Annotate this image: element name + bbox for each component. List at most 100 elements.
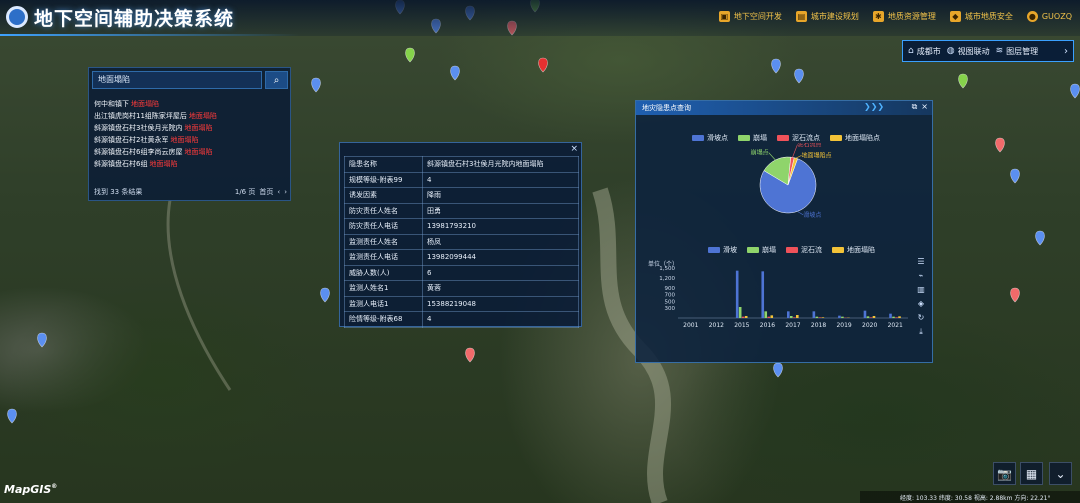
legend-item[interactable]: 崩塌 (738, 133, 767, 143)
bar-chart-icon[interactable]: ▥ (917, 285, 925, 294)
bar[interactable] (892, 316, 895, 318)
list-item[interactable]: 出江镇虎岗村11组陈家坪屋后 地面塌陷 (94, 110, 289, 122)
bar[interactable] (895, 317, 898, 318)
bar[interactable] (761, 271, 765, 318)
popout-icon[interactable]: ⧉ (912, 102, 918, 112)
x-tick-label: 2018 (811, 322, 826, 329)
first-page-button[interactable]: 首页 (259, 187, 273, 197)
attribute-key: 监测责任人电话 (344, 249, 423, 266)
legend-item[interactable]: 崩塌 (747, 245, 776, 255)
map-pin-icon[interactable] (538, 57, 548, 73)
line-chart-icon[interactable]: ⌁ (919, 271, 924, 280)
nav-item-user[interactable]: ● GUOZQ (1026, 11, 1072, 22)
top-nav: ▣ 地下空间开发 ▤ 城市建设规划 ✱ 地质资源管理 ◆ 城市地质安全 ● GU… (718, 11, 1072, 22)
nav-item-geology[interactable]: ✱ 地质资源管理 (872, 11, 936, 22)
list-item[interactable]: 斜源镇盘石村6组李尚云房屋 地面塌陷 (94, 146, 289, 158)
bar[interactable] (770, 315, 774, 318)
legend-item[interactable]: 地面塌陷 (832, 245, 875, 255)
bar[interactable] (796, 315, 799, 318)
map-pin-icon[interactable] (405, 47, 415, 63)
bar-legend: 滑坡 崩塌 泥石流 地面塌陷 (708, 245, 875, 255)
toolbar-view-link[interactable]: ◍ 视图联动 (947, 46, 990, 57)
close-icon[interactable]: × (570, 144, 578, 154)
app-header: 地下空间辅助决策系统 ▣ 地下空间开发 ▤ 城市建设规划 ✱ 地质资源管理 ◆ … (0, 0, 1080, 36)
expand-button[interactable]: ⌄ (1049, 462, 1072, 485)
bar[interactable] (872, 316, 876, 318)
bar[interactable] (793, 317, 796, 318)
bar[interactable] (741, 316, 745, 318)
search-button[interactable]: ⌕ (265, 71, 288, 89)
legend-item[interactable]: 滑坡点 (692, 133, 728, 143)
map-pin-icon[interactable] (958, 73, 968, 89)
map-pin-icon[interactable] (1010, 168, 1020, 184)
bar[interactable] (821, 317, 825, 318)
screenshot-button[interactable]: 📷 (993, 462, 1016, 485)
building-icon: ▣ (718, 11, 730, 22)
legend-item[interactable]: 滑坡 (708, 245, 737, 255)
bar[interactable] (787, 311, 790, 318)
bar[interactable] (863, 310, 867, 318)
legend-item[interactable]: 泥石流 (786, 245, 822, 255)
bar[interactable] (812, 311, 816, 318)
map-pin-icon[interactable] (1010, 287, 1020, 303)
x-tick-label: 2020 (862, 322, 877, 329)
legend-item[interactable]: 泥石流点 (777, 133, 820, 143)
next-page-button[interactable]: › (284, 188, 287, 196)
map-pin-icon[interactable] (37, 332, 47, 348)
bar[interactable] (767, 316, 771, 318)
prev-page-button[interactable]: ‹ (277, 188, 280, 196)
list-item[interactable]: 斜源镇盘石村3社侯月光院内 地面塌陷 (94, 122, 289, 134)
stack-icon[interactable]: ◈ (918, 299, 924, 308)
bar[interactable] (735, 270, 739, 318)
map-pin-icon[interactable] (311, 77, 321, 93)
map-pin-icon[interactable] (7, 408, 17, 424)
x-tick-label: 2019 (836, 322, 851, 329)
search-input[interactable]: 地面塌陷 (92, 71, 262, 89)
map-pin-icon[interactable] (1035, 230, 1045, 246)
pie-slice-label: 滑坡点 (803, 211, 821, 219)
legend-item[interactable]: 地面塌陷点 (830, 133, 880, 143)
bar[interactable] (838, 315, 841, 318)
nav-item-planning[interactable]: ▤ 城市建设规划 (795, 11, 859, 22)
bar[interactable] (869, 317, 873, 318)
map-pin-icon[interactable] (320, 287, 330, 303)
nav-item-underground[interactable]: ▣ 地下空间开发 (718, 11, 782, 22)
map-pin-icon[interactable] (450, 65, 460, 81)
close-icon[interactable]: × (921, 102, 928, 112)
map-pin-icon[interactable] (465, 347, 475, 363)
list-icon[interactable]: ☰ (917, 257, 924, 266)
attribute-key: 威胁人数(人) (344, 264, 423, 281)
map-pin-icon[interactable] (1070, 83, 1080, 99)
layout-button[interactable]: ▦ (1020, 462, 1043, 485)
table-row: 防灾责任人电话 13981793210 (344, 218, 579, 235)
refresh-icon[interactable]: ↻ (918, 313, 925, 322)
list-item[interactable]: 斜源镇盘石村2社黄永军 地面塌陷 (94, 134, 289, 146)
attribute-key: 监测人姓名1 (344, 280, 423, 297)
map-pin-icon[interactable] (771, 58, 781, 74)
nav-item-safety[interactable]: ◆ 城市地质安全 (949, 11, 1013, 22)
bar[interactable] (818, 317, 822, 318)
bar[interactable] (898, 316, 901, 318)
chevron-right-icon[interactable]: › (1064, 46, 1068, 57)
legend-swatch (708, 247, 720, 253)
attribute-key: 监测责任人姓名 (344, 233, 423, 250)
map-pin-icon[interactable] (794, 68, 804, 84)
bar[interactable] (841, 316, 844, 318)
bar[interactable] (866, 316, 870, 318)
map-pin-icon[interactable] (995, 137, 1005, 153)
bar[interactable] (738, 307, 742, 318)
map-pin-icon[interactable] (773, 362, 783, 378)
bar[interactable] (790, 316, 793, 318)
list-item[interactable]: 斜源镇盘石村6组 地面塌陷 (94, 158, 289, 170)
download-icon[interactable]: ⤓ (919, 327, 923, 337)
list-item[interactable]: 何中和镇下 地面塌陷 (94, 98, 289, 110)
bar[interactable] (764, 311, 768, 318)
toolbar-layers[interactable]: ≋ 图层管理 (996, 46, 1039, 57)
toolbar-home[interactable]: ⌂ 成都市 (908, 46, 941, 57)
bar[interactable] (815, 316, 819, 318)
bar[interactable] (744, 316, 748, 318)
attribute-value: 田勇 (422, 202, 579, 219)
bar[interactable] (889, 313, 892, 318)
bar-chart[interactable]: 单位（个）3005007009001,2001,5002001 2012 2015 2… (644, 258, 912, 334)
pie-chart[interactable]: 滑坡点 崩塌点 泥石流点地面塌陷点 (696, 143, 896, 227)
